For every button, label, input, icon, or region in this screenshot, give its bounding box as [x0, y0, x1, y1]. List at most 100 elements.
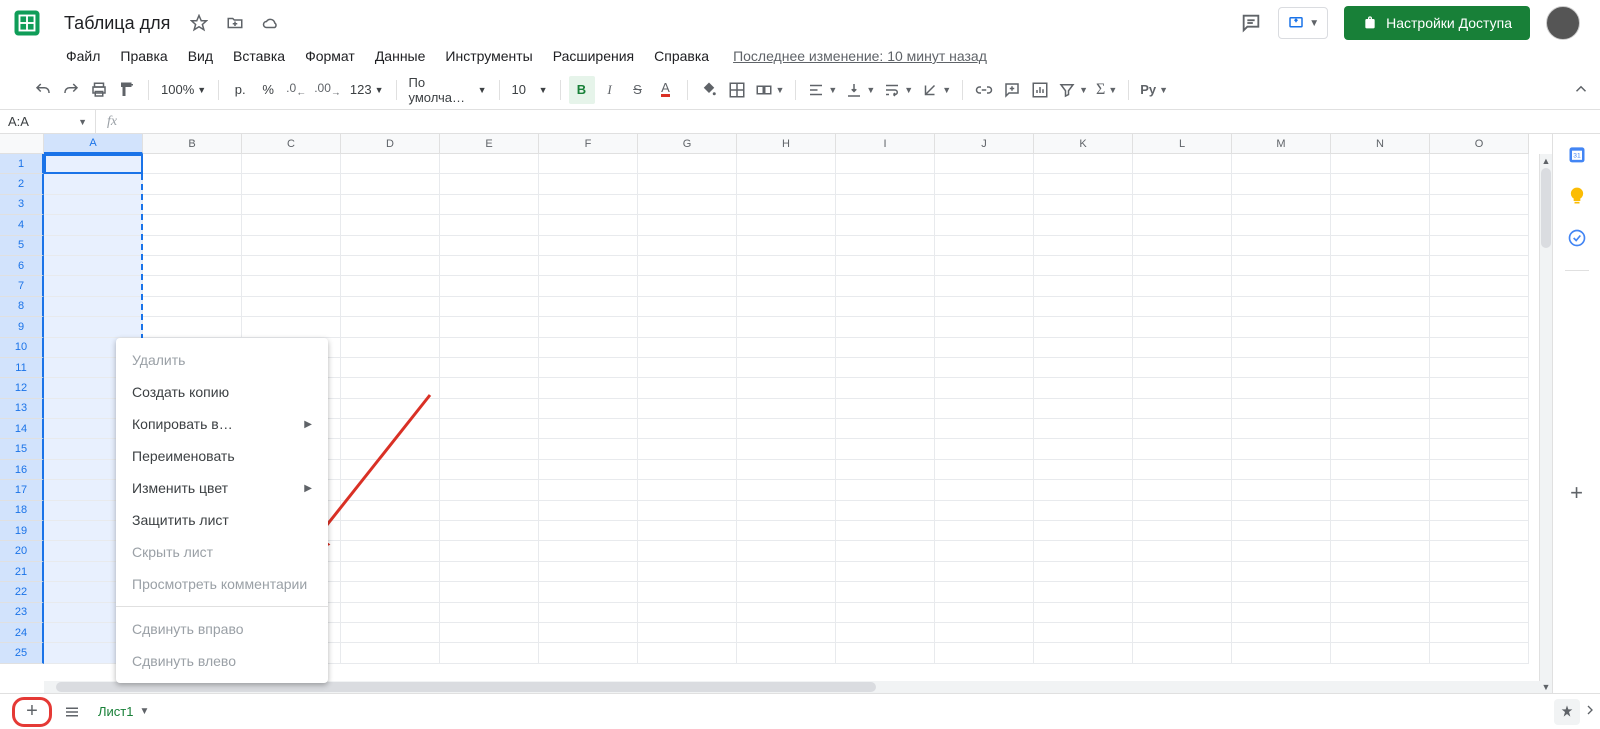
print-button[interactable]	[86, 76, 112, 104]
cell[interactable]	[836, 439, 935, 459]
cell[interactable]	[539, 439, 638, 459]
comment-history-button[interactable]	[1240, 12, 1262, 34]
paint-format-button[interactable]	[114, 76, 140, 104]
move-icon[interactable]	[226, 14, 244, 32]
cell[interactable]	[1232, 521, 1331, 541]
sheets-app-icon[interactable]	[8, 4, 46, 42]
cell[interactable]	[737, 439, 836, 459]
cell[interactable]	[1331, 256, 1430, 276]
cell[interactable]	[935, 603, 1034, 623]
cell[interactable]	[1034, 521, 1133, 541]
cell[interactable]	[1331, 378, 1430, 398]
document-title[interactable]: Таблица для	[58, 11, 176, 36]
menu-view[interactable]: Вид	[180, 44, 221, 68]
cell[interactable]	[1133, 276, 1232, 296]
cell[interactable]	[1430, 623, 1529, 643]
cell[interactable]	[638, 174, 737, 194]
row-header[interactable]: 14	[0, 419, 44, 439]
tasks-icon[interactable]	[1567, 228, 1587, 248]
cloud-status-icon[interactable]	[262, 14, 280, 32]
cell[interactable]	[143, 215, 242, 235]
cell[interactable]	[1133, 399, 1232, 419]
cell[interactable]	[737, 236, 836, 256]
number-format-dropdown[interactable]: 123▼	[346, 76, 388, 104]
column-header-g[interactable]: G	[638, 134, 737, 154]
cell[interactable]	[44, 174, 143, 194]
cell[interactable]	[638, 623, 737, 643]
cell[interactable]	[1232, 154, 1331, 174]
filter-dropdown[interactable]: ▼	[1055, 76, 1091, 104]
cell[interactable]	[737, 460, 836, 480]
cell[interactable]	[341, 236, 440, 256]
cell[interactable]	[836, 480, 935, 500]
menu-extensions[interactable]: Расширения	[545, 44, 642, 68]
cell[interactable]	[539, 460, 638, 480]
cell[interactable]	[836, 154, 935, 174]
cell[interactable]	[1430, 358, 1529, 378]
cell[interactable]	[935, 623, 1034, 643]
row-header[interactable]: 25	[0, 643, 44, 663]
cell[interactable]	[1430, 419, 1529, 439]
cell[interactable]	[638, 317, 737, 337]
cell[interactable]	[341, 215, 440, 235]
menu-data[interactable]: Данные	[367, 44, 434, 68]
cell[interactable]	[341, 603, 440, 623]
cell[interactable]	[1034, 603, 1133, 623]
cell[interactable]	[638, 399, 737, 419]
cell[interactable]	[341, 276, 440, 296]
cell[interactable]	[341, 521, 440, 541]
cell[interactable]	[1331, 154, 1430, 174]
menu-insert[interactable]: Вставка	[225, 44, 293, 68]
cell[interactable]	[737, 338, 836, 358]
cell[interactable]	[1331, 236, 1430, 256]
cell[interactable]	[836, 562, 935, 582]
cell[interactable]	[1232, 480, 1331, 500]
fill-color-button[interactable]	[696, 76, 722, 104]
cell[interactable]	[440, 623, 539, 643]
cell[interactable]	[1034, 297, 1133, 317]
cell[interactable]	[935, 541, 1034, 561]
cell[interactable]	[1034, 338, 1133, 358]
cell[interactable]	[1034, 480, 1133, 500]
cell[interactable]	[440, 174, 539, 194]
cell[interactable]	[638, 297, 737, 317]
cell[interactable]	[44, 215, 143, 235]
column-header-e[interactable]: E	[440, 134, 539, 154]
cell[interactable]	[737, 541, 836, 561]
keep-icon[interactable]	[1567, 186, 1587, 206]
scroll-down-arrow[interactable]: ▼	[1540, 680, 1552, 693]
cell[interactable]	[539, 256, 638, 276]
cell[interactable]	[1034, 501, 1133, 521]
share-button[interactable]: Настройки Доступа	[1344, 6, 1530, 40]
cell[interactable]	[638, 439, 737, 459]
bold-button[interactable]: B	[569, 76, 595, 104]
row-header[interactable]: 24	[0, 623, 44, 643]
context-menu-item[interactable]: Защитить лист	[116, 504, 328, 536]
cell[interactable]	[935, 276, 1034, 296]
cell[interactable]	[1034, 256, 1133, 276]
font-size-dropdown[interactable]: 10▼	[508, 76, 552, 104]
vertical-scrollbar[interactable]: ▲ ▼	[1539, 154, 1552, 693]
row-header[interactable]: 9	[0, 317, 44, 337]
cell[interactable]	[539, 297, 638, 317]
cell[interactable]	[440, 297, 539, 317]
cell[interactable]	[143, 195, 242, 215]
cell[interactable]	[737, 174, 836, 194]
column-header-m[interactable]: M	[1232, 134, 1331, 154]
cell[interactable]	[1331, 501, 1430, 521]
cell[interactable]	[1430, 174, 1529, 194]
cell[interactable]	[143, 317, 242, 337]
cell[interactable]	[341, 562, 440, 582]
cell[interactable]	[1331, 521, 1430, 541]
cell[interactable]	[1232, 460, 1331, 480]
python-button[interactable]: Py▼	[1137, 76, 1171, 104]
cell[interactable]	[1133, 215, 1232, 235]
cell[interactable]	[1232, 399, 1331, 419]
cell[interactable]	[440, 521, 539, 541]
row-header[interactable]: 18	[0, 501, 44, 521]
row-header[interactable]: 2	[0, 174, 44, 194]
add-sheet-button[interactable]: +	[12, 697, 52, 727]
cell[interactable]	[1232, 439, 1331, 459]
cell[interactable]	[1331, 399, 1430, 419]
cell[interactable]	[1232, 419, 1331, 439]
